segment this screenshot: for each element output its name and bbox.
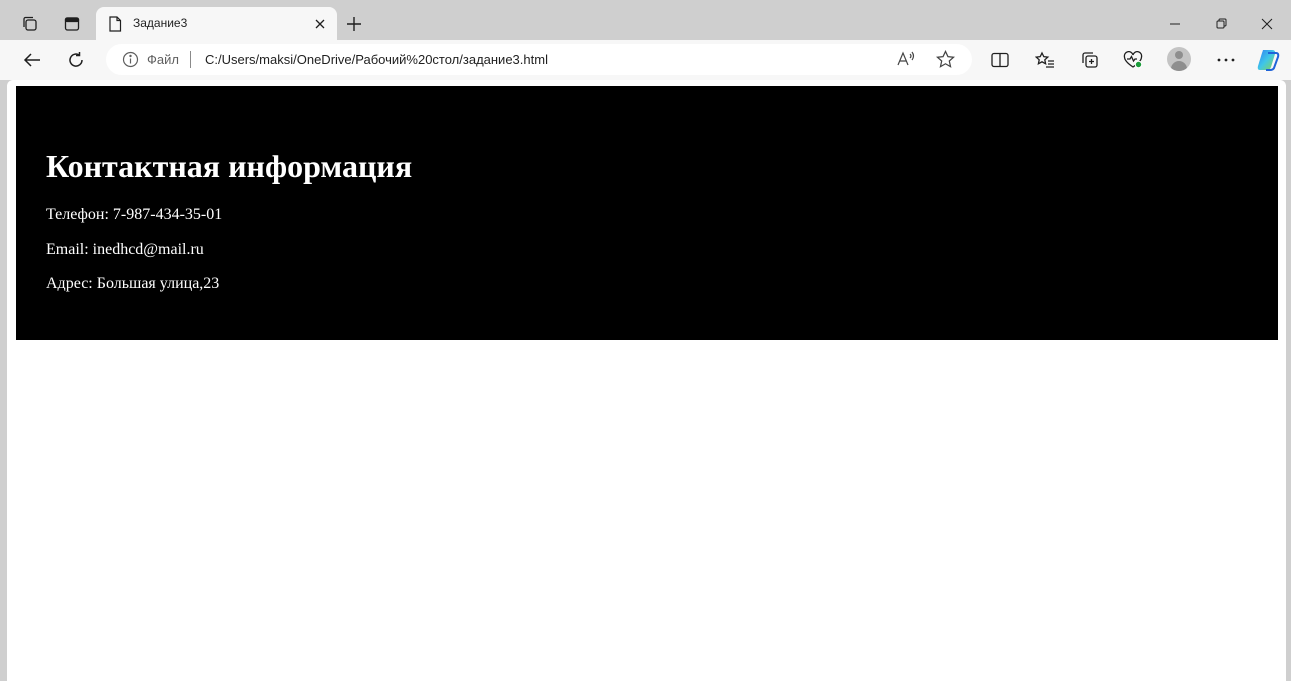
- phone-value: 7-987-434-35-01: [112, 206, 223, 223]
- address-label: Адрес:: [46, 275, 93, 292]
- read-aloud-icon: [897, 51, 915, 66]
- contact-section: Контактная информация Телефон: 7-987-434…: [16, 86, 1278, 340]
- address-value: Большая улица,23: [96, 275, 220, 292]
- page-viewport: Контактная информация Телефон: 7-987-434…: [7, 80, 1286, 681]
- browser-essentials-button[interactable]: [1118, 45, 1148, 75]
- email-line: Email: inedhcd@mail.ru: [46, 241, 204, 259]
- new-tab-button[interactable]: [340, 10, 368, 38]
- back-button[interactable]: [17, 45, 47, 75]
- collections-icon: [1082, 52, 1098, 68]
- email-label: Email:: [46, 241, 89, 258]
- refresh-button[interactable]: [61, 45, 91, 75]
- add-favorite-button[interactable]: [935, 49, 956, 73]
- tab-actions-button[interactable]: [56, 8, 88, 40]
- workspaces-icon: [23, 16, 37, 31]
- star-icon: [935, 49, 956, 68]
- maximize-button[interactable]: [1198, 10, 1244, 38]
- favorites-button[interactable]: [1030, 45, 1060, 75]
- tab-close-button[interactable]: [311, 15, 329, 33]
- minimize-button[interactable]: [1152, 10, 1198, 38]
- close-icon: [315, 19, 325, 29]
- info-icon: [122, 51, 139, 68]
- copilot-icon: [1257, 50, 1280, 71]
- split-screen-icon: [991, 52, 1009, 68]
- address-line: Адрес: Большая улица,23: [46, 275, 219, 293]
- favorites-list-icon: [1035, 51, 1054, 68]
- tab-active[interactable]: Задание3: [96, 7, 337, 41]
- browser-window: Задание3 Файл C:/Users/maksi/OneDrive/Ра…: [0, 0, 1291, 681]
- phone-line: Телефон: 7-987-434-35-01: [46, 206, 222, 224]
- more-icon: [1217, 58, 1235, 62]
- refresh-icon: [69, 52, 83, 67]
- minimize-icon: [1170, 23, 1180, 25]
- profile-avatar[interactable]: [1167, 47, 1191, 71]
- email-value: inedhcd@mail.ru: [92, 241, 204, 258]
- avatar-body: [1171, 61, 1187, 71]
- address-url[interactable]: C:/Users/maksi/OneDrive/Рабочий%20стол/з…: [205, 52, 548, 67]
- tab-actions-icon: [64, 17, 80, 31]
- split-screen-button[interactable]: [985, 45, 1015, 75]
- contact-heading: Контактная информация: [46, 148, 413, 184]
- restore-icon: [1216, 18, 1227, 29]
- tab-strip: Задание3: [0, 0, 1291, 41]
- avatar-head: [1175, 51, 1183, 59]
- collections-button[interactable]: [1075, 45, 1105, 75]
- heart-pulse-icon: [1123, 51, 1143, 69]
- read-aloud-button[interactable]: [896, 50, 916, 72]
- phone-label: Телефон:: [46, 206, 109, 223]
- more-button[interactable]: [1211, 45, 1241, 75]
- close-window-button[interactable]: [1244, 10, 1290, 38]
- tab-title: Задание3: [133, 16, 188, 30]
- address-bar[interactable]: Файл C:/Users/maksi/OneDrive/Рабочий%20с…: [106, 44, 972, 75]
- toolbar: Файл C:/Users/maksi/OneDrive/Рабочий%20с…: [0, 40, 1291, 80]
- back-arrow-icon: [23, 53, 40, 67]
- workspaces-button[interactable]: [14, 8, 46, 40]
- address-scheme-label: Файл: [147, 52, 179, 67]
- page-icon: [109, 16, 122, 32]
- copilot-button[interactable]: [1255, 47, 1281, 73]
- close-icon: [1261, 18, 1273, 30]
- plus-icon: [347, 17, 361, 31]
- address-separator: [190, 51, 191, 68]
